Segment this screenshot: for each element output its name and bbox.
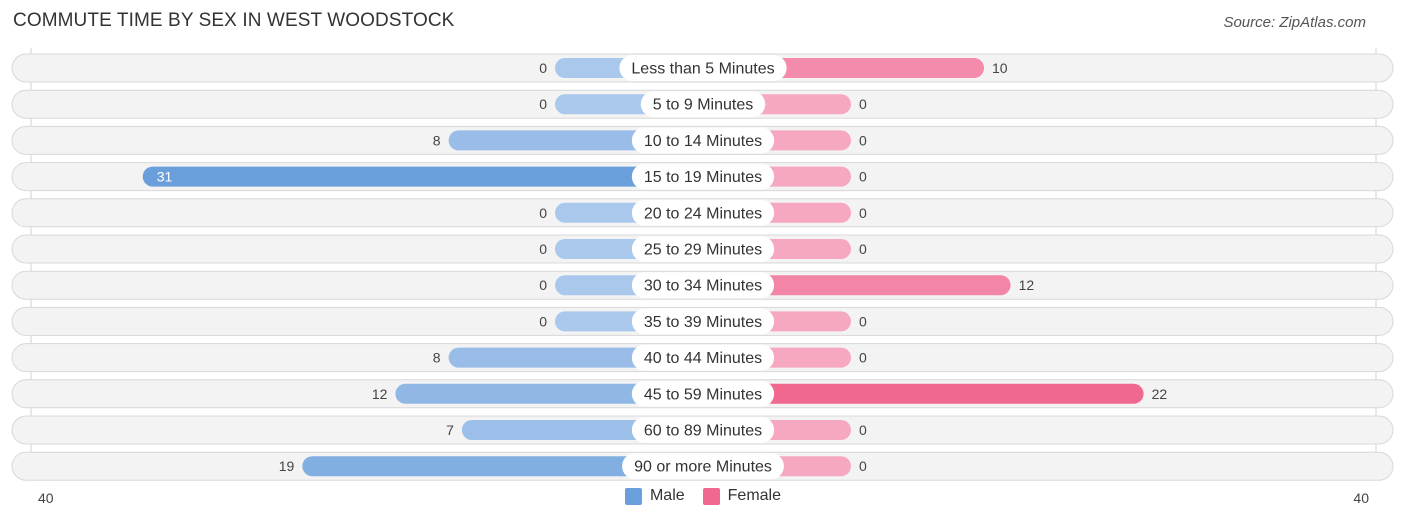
chart-area: Less than 5 Minutes 0 10 5 to 9 Minutes 0 0 10… [11, 48, 1394, 506]
legend-item-male: Male [624, 487, 685, 505]
value-label-female: 0 [859, 458, 867, 474]
value-label-female: 0 [859, 241, 867, 257]
category-label: 60 to 89 Minutes [644, 423, 762, 440]
value-label-male: 31 [157, 169, 173, 185]
value-label-female: 0 [859, 313, 867, 329]
value-label-female: 22 [1152, 386, 1168, 402]
legend-label-female: Female [727, 487, 782, 504]
category-label: Less than 5 Minutes [631, 61, 774, 78]
value-label-female: 12 [1019, 277, 1035, 293]
value-label-male: 0 [539, 205, 547, 221]
category-label: 5 to 9 Minutes [653, 97, 754, 114]
value-label-female: 0 [859, 422, 867, 438]
category-label: 45 to 59 Minutes [644, 386, 762, 403]
value-label-female: 0 [859, 169, 867, 185]
value-label-male: 0 [539, 313, 547, 329]
value-label-female: 0 [859, 350, 867, 366]
legend-swatch-female [702, 487, 720, 505]
bar-male [142, 166, 703, 187]
value-label-male: 0 [539, 96, 547, 112]
value-label-female: 10 [992, 60, 1008, 76]
category-label: 40 to 44 Minutes [644, 350, 762, 367]
value-label-male: 0 [539, 277, 547, 293]
category-label: 35 to 39 Minutes [644, 314, 762, 331]
legend: Male Female [0, 487, 1406, 505]
value-label-male: 8 [433, 132, 441, 148]
category-label: 20 to 24 Minutes [644, 205, 762, 222]
value-label-female: 0 [859, 96, 867, 112]
legend-label-male: Male [649, 487, 685, 504]
legend-swatch-male [624, 487, 642, 505]
category-label: 10 to 14 Minutes [644, 133, 762, 150]
value-label-female: 0 [859, 132, 867, 148]
value-label-female: 0 [859, 205, 867, 221]
value-label-male: 0 [539, 241, 547, 257]
value-label-male: 19 [279, 458, 295, 474]
value-label-male: 0 [539, 60, 547, 76]
category-label: 25 to 29 Minutes [644, 242, 762, 259]
category-label: 30 to 34 Minutes [644, 278, 762, 295]
value-label-male: 8 [433, 350, 441, 366]
value-label-male: 7 [446, 422, 454, 438]
legend-item-female: Female [702, 487, 782, 505]
value-label-male: 12 [372, 386, 388, 402]
category-label: 15 to 19 Minutes [644, 169, 762, 186]
category-label: 90 or more Minutes [634, 459, 772, 476]
